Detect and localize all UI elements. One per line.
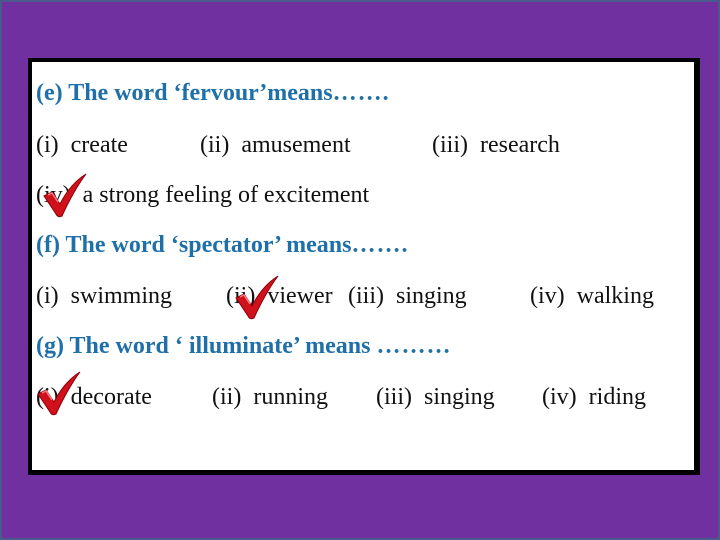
question-e: (e) The word ‘fervour’means……. xyxy=(36,80,390,107)
option-e-iii[interactable]: (iii) research xyxy=(432,132,560,159)
check-mark-icon-e xyxy=(43,173,87,218)
option-g-iii[interactable]: (iii) singing xyxy=(376,384,495,411)
option-f-i[interactable]: (i) swimming xyxy=(36,283,172,310)
option-e-i[interactable]: (i) create xyxy=(36,132,128,159)
check-mark-icon-f xyxy=(235,275,279,320)
question-f-dots: ……. xyxy=(351,232,409,258)
option-g-iv[interactable]: (iv) riding xyxy=(542,384,646,411)
question-g-text: (g) The word ‘ illuminate’ means xyxy=(36,333,371,359)
question-e-text: (e) The word ‘fervour’means xyxy=(36,80,333,106)
question-g: (g) The word ‘ illuminate’ means ……… xyxy=(36,333,451,360)
question-f: (f) The word ‘spectator’ means……. xyxy=(36,232,408,259)
option-e-ii[interactable]: (ii) amusement xyxy=(200,132,351,159)
question-f-text: (f) The word ‘spectator’ means xyxy=(36,232,352,258)
option-f-iv[interactable]: (iv) walking xyxy=(530,283,654,310)
option-f-iii[interactable]: (iii) singing xyxy=(348,283,467,310)
check-mark-icon-g xyxy=(37,371,81,416)
question-g-dots: ……… xyxy=(376,333,452,359)
question-e-dots: ……. xyxy=(332,80,390,106)
option-g-ii[interactable]: (ii) running xyxy=(212,384,328,411)
quiz-card xyxy=(28,58,700,475)
